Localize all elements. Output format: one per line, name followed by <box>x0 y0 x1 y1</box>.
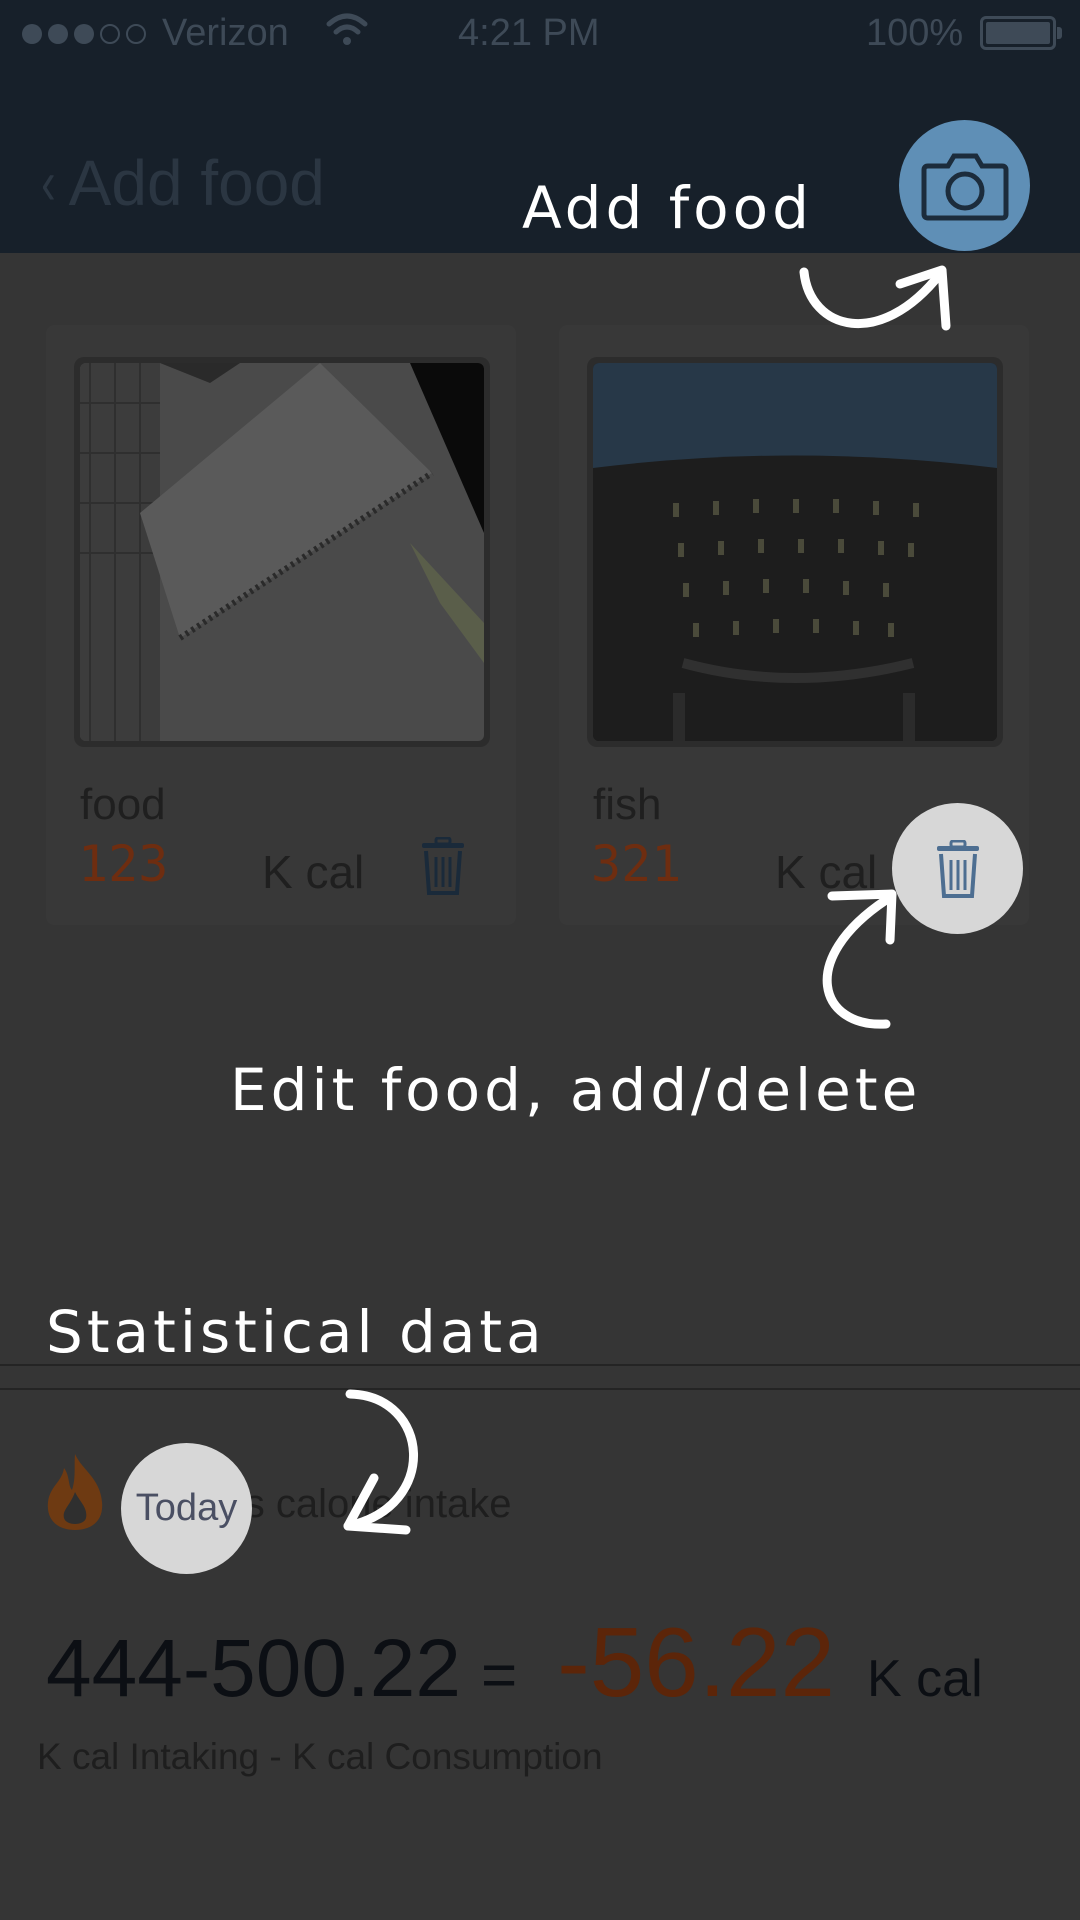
food-photo-frame <box>587 357 1003 747</box>
wifi-icon <box>326 13 368 45</box>
callout-edit-food: Edit food, add/delete <box>230 1056 922 1124</box>
food-photo-frame <box>74 357 490 747</box>
trash-icon <box>936 839 979 898</box>
food-kcal-value: 123 <box>78 835 169 893</box>
food-photo <box>593 363 997 741</box>
equation-lhs: 444-500.22 <box>46 1623 461 1714</box>
formula-caption: K cal Intaking - K cal Consumption <box>37 1736 603 1777</box>
callout-add-food: Add food <box>522 174 813 242</box>
equation-equals: = <box>480 1641 518 1710</box>
carrier-name: Verizon <box>162 12 289 54</box>
delete-food-button[interactable] <box>892 803 1023 934</box>
food-name: fish <box>593 780 662 829</box>
chevron-left-icon: ‹ <box>41 148 56 218</box>
signal-dot-icon <box>126 23 146 44</box>
battery-icon <box>980 16 1062 50</box>
food-kcal-value: 321 <box>591 835 682 893</box>
food-kcal-unit: K cal <box>262 846 365 898</box>
back-label: Add food <box>68 147 325 219</box>
signal-dot-icon <box>22 23 42 44</box>
calorie-balance: -56.22 <box>557 1607 836 1717</box>
today-label: Today <box>135 1487 238 1529</box>
trash-icon[interactable] <box>420 837 466 895</box>
back-button[interactable]: ‹ Add food <box>38 146 325 220</box>
status-bar: Verizon 4:21 PM 100% <box>0 0 1080 64</box>
section-divider <box>0 1388 1080 1390</box>
today-stats-button[interactable]: Today <box>121 1443 252 1574</box>
calorie-equation: 444-500.22 = -56.22 K cal <box>46 1606 983 1719</box>
food-name: food <box>80 780 166 829</box>
signal-dot-icon <box>100 23 120 44</box>
signal-dot-icon <box>48 23 68 44</box>
camera-icon <box>921 153 1008 220</box>
food-photo <box>80 363 484 741</box>
arrow-edit-food <box>822 889 897 1029</box>
flame-icon <box>47 1454 103 1530</box>
battery-percent: 100% <box>866 12 964 54</box>
add-food-camera-button[interactable] <box>899 120 1030 251</box>
carrier-signal: Verizon <box>22 12 289 55</box>
callout-statistical-data: Statistical data <box>46 1298 546 1366</box>
calorie-balance-unit: K cal <box>867 1650 983 1708</box>
arrow-add-food <box>799 265 951 331</box>
signal-dot-icon <box>74 23 94 44</box>
status-time: 4:21 PM <box>458 12 600 54</box>
food-card[interactable]: food 123 K cal <box>46 325 516 925</box>
arrow-statistical-data <box>343 1389 418 1535</box>
